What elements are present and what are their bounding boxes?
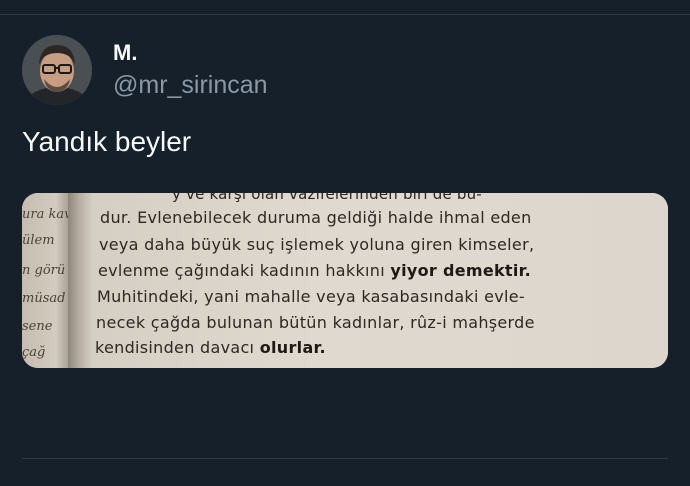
avatar-image <box>22 35 92 105</box>
book-line: veya daha büyük suç işlemek yoluna giren… <box>99 235 535 254</box>
margin-word: sene <box>22 319 53 334</box>
book-left-page: ura kav ülem n görü müsad sene çağ <box>22 193 70 368</box>
margin-word: ura kav <box>22 207 68 222</box>
avatar[interactable] <box>22 35 92 105</box>
margin-word: ülem <box>22 233 55 248</box>
book-cut-line: y ve karşı olan vazifelerinden biri de b… <box>172 193 482 203</box>
book-gutter <box>68 193 94 368</box>
book-line: evlenme çağındaki kadının hakkını yiyor … <box>98 261 531 280</box>
tweet-text: Yandık beyler <box>22 126 192 157</box>
book-line: kendisinden davacı olurlar. <box>95 338 326 357</box>
margin-word: çağ <box>22 345 46 360</box>
book-line: dur. Evlenebilecek duruma geldiği halde … <box>100 208 532 227</box>
margin-word: müsad <box>22 291 66 306</box>
margin-word: n görü <box>22 263 66 278</box>
book-line: Muhitindeki, yani mahalle veya kasabasın… <box>97 287 525 306</box>
user-handle[interactable]: @mr_sirincan <box>113 70 268 100</box>
tweet-media-image[interactable]: ura kav ülem n görü müsad sene çağ y ve … <box>22 193 668 368</box>
book-line: necek çağda bulunan bütün kadınlar, rûz-… <box>96 313 535 332</box>
bottom-divider <box>22 458 668 459</box>
display-name[interactable]: M. <box>113 40 137 66</box>
top-divider <box>0 14 690 15</box>
